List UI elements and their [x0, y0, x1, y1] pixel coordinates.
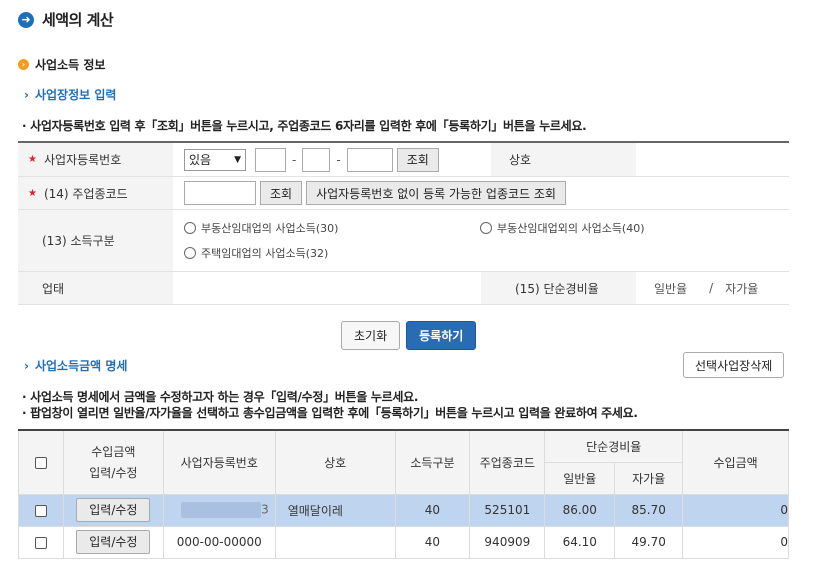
expense-rate-value: 일반율 / 자가율 — [654, 281, 759, 296]
row-biz-no: 000-00-00000 — [162, 525, 276, 559]
industry-code-no-biz-lookup-button[interactable]: 사업자등록번호 없이 등록 가능한 업종코드 조회 — [306, 181, 566, 205]
col-biz-no: 사업자등록번호 — [162, 429, 276, 495]
row-self-rate: 49.70 — [614, 525, 684, 559]
company-value — [636, 143, 789, 176]
redacted-biz-no — [181, 502, 262, 518]
row-revenue: 0 — [682, 493, 789, 527]
income-details-title: 사업소득금액 명세 — [34, 359, 128, 373]
row-self-rate: 85.70 — [614, 493, 684, 527]
chevron-right-icon: › — [24, 358, 29, 373]
reset-button[interactable]: 초기화 — [341, 321, 401, 350]
business-type-value — [173, 272, 481, 304]
row-company — [274, 525, 396, 559]
col-general-rate: 일반율 — [544, 461, 616, 495]
expense-rate-label: (15) 단순경비율 — [481, 272, 636, 304]
business-type-label: 업태 — [18, 272, 173, 304]
company-label: 상호 — [491, 143, 636, 176]
table-row[interactable]: 입력/수정 000-00-00000 40 940909 64.10 49.70… — [18, 525, 789, 559]
page-title: 세액의 계산 — [42, 11, 114, 29]
industry-code-row: ★ (14) 주업종코드 조회 사업자등록번호 없이 등록 가능한 업종코드 조… — [18, 177, 789, 210]
section-header: › 사업소득 정보 — [18, 56, 105, 73]
row-income-type: 40 — [394, 525, 471, 559]
income-option-30[interactable]: 부동산임대업의 사업소득(30) — [184, 220, 480, 236]
page-header: ➜ 세액의 계산 — [18, 9, 114, 30]
required-icon: ★ — [28, 187, 37, 199]
biz-no-label: ★ 사업자등록번호 — [18, 143, 173, 176]
register-button[interactable]: 등록하기 — [406, 321, 477, 350]
income-type-row: (13) 소득구분 부동산임대업의 사업소득(30) 부동산임대업외의 사업소득… — [18, 210, 789, 272]
row-income-type: 40 — [394, 493, 471, 527]
col-revenue: 수입금액 — [682, 429, 789, 495]
col-expense-rate: 단순경비율 — [544, 429, 684, 463]
col-income-edit: 수입금액 입력/수정 — [62, 429, 164, 495]
row-checkbox[interactable] — [34, 536, 47, 549]
row-industry-code: 940909 — [469, 525, 546, 559]
radio-icon — [184, 247, 196, 259]
biz-no-lookup-button[interactable]: 조회 — [396, 147, 439, 172]
biz-no-part1-input[interactable] — [255, 147, 286, 172]
table-header-row: 수입금액 입력/수정 사업자등록번호 상호 소득구분 주업종코드 단순경비율 수… — [18, 429, 789, 495]
required-icon: ★ — [28, 154, 37, 165]
income-option-32[interactable]: 주택임대업의 사업소득(32) — [184, 245, 328, 261]
income-details-header: › 사업소득금액 명세 — [24, 357, 127, 374]
row-company: 열매달이레 — [274, 493, 396, 527]
biz-no-part3-input[interactable] — [346, 147, 393, 172]
delete-selected-button[interactable]: 선택사업장삭제 — [683, 352, 785, 378]
select-all-checkbox[interactable] — [34, 456, 47, 469]
income-notice-1: · 사업소득 명세에서 금액을 수정하고자 하는 경우「입력/수정」버튼을 누르… — [22, 390, 419, 404]
table-row[interactable]: 입력/수정 3 열매달이레 40 525101 86.00 85.70 0 — [18, 493, 789, 527]
business-info-header: › 사업장정보 입력 — [24, 86, 116, 103]
biz-no-exists-select[interactable]: 있음 ▼ — [184, 148, 246, 171]
edit-button[interactable]: 입력/수정 — [76, 498, 151, 522]
chevron-down-icon: ▼ — [234, 154, 241, 165]
industry-code-input[interactable] — [184, 181, 256, 205]
arrow-right-circle-icon: ➜ — [18, 11, 34, 28]
section-title: 사업소득 정보 — [35, 58, 106, 72]
income-details-table: 수입금액 입력/수정 사업자등록번호 상호 소득구분 주업종코드 단순경비율 수… — [18, 429, 789, 559]
edit-button[interactable]: 입력/수정 — [76, 530, 151, 554]
row-general-rate: 86.00 — [544, 493, 616, 527]
biz-no-row: ★ 사업자등록번호 있음 ▼ - - 조회 상호 — [18, 143, 789, 177]
col-self-rate: 자가율 — [614, 461, 684, 495]
industry-code-lookup-button[interactable]: 조회 — [260, 181, 303, 205]
row-industry-code: 525101 — [469, 493, 546, 527]
chevron-right-icon: › — [24, 87, 29, 102]
industry-code-label: ★ (14) 주업종코드 — [18, 177, 173, 209]
income-option-40[interactable]: 부동산임대업외의 사업소득(40) — [480, 220, 645, 236]
business-type-row: 업태 (15) 단순경비율 일반율 / 자가율 — [18, 272, 789, 305]
col-company: 상호 — [274, 429, 396, 495]
bullet-icon: › — [18, 59, 29, 70]
row-checkbox[interactable] — [34, 504, 47, 517]
row-revenue: 0 — [682, 525, 789, 559]
col-industry-code: 주업종코드 — [469, 429, 546, 495]
col-income-type: 소득구분 — [394, 429, 471, 495]
business-info-form: ★ 사업자등록번호 있음 ▼ - - 조회 상호 ★ (14) 주업종코드 조회… — [18, 141, 789, 305]
income-notice-2: · 팝업창이 열리면 일반율/자가율을 선택하고 총수입금액을 입력한 후에「등… — [22, 406, 638, 420]
row-general-rate: 64.10 — [544, 525, 616, 559]
biz-no-part2-input[interactable] — [302, 147, 331, 172]
radio-icon — [480, 222, 492, 234]
form-actions: 초기화 등록하기 — [341, 321, 477, 350]
business-info-notice: · 사업자등록번호 입력 후「조회」버튼을 누르시고, 주업종코드 6자리를 입… — [22, 119, 587, 133]
income-type-label: (13) 소득구분 — [18, 210, 173, 271]
radio-icon — [184, 222, 196, 234]
business-info-title: 사업장정보 입력 — [34, 88, 117, 102]
